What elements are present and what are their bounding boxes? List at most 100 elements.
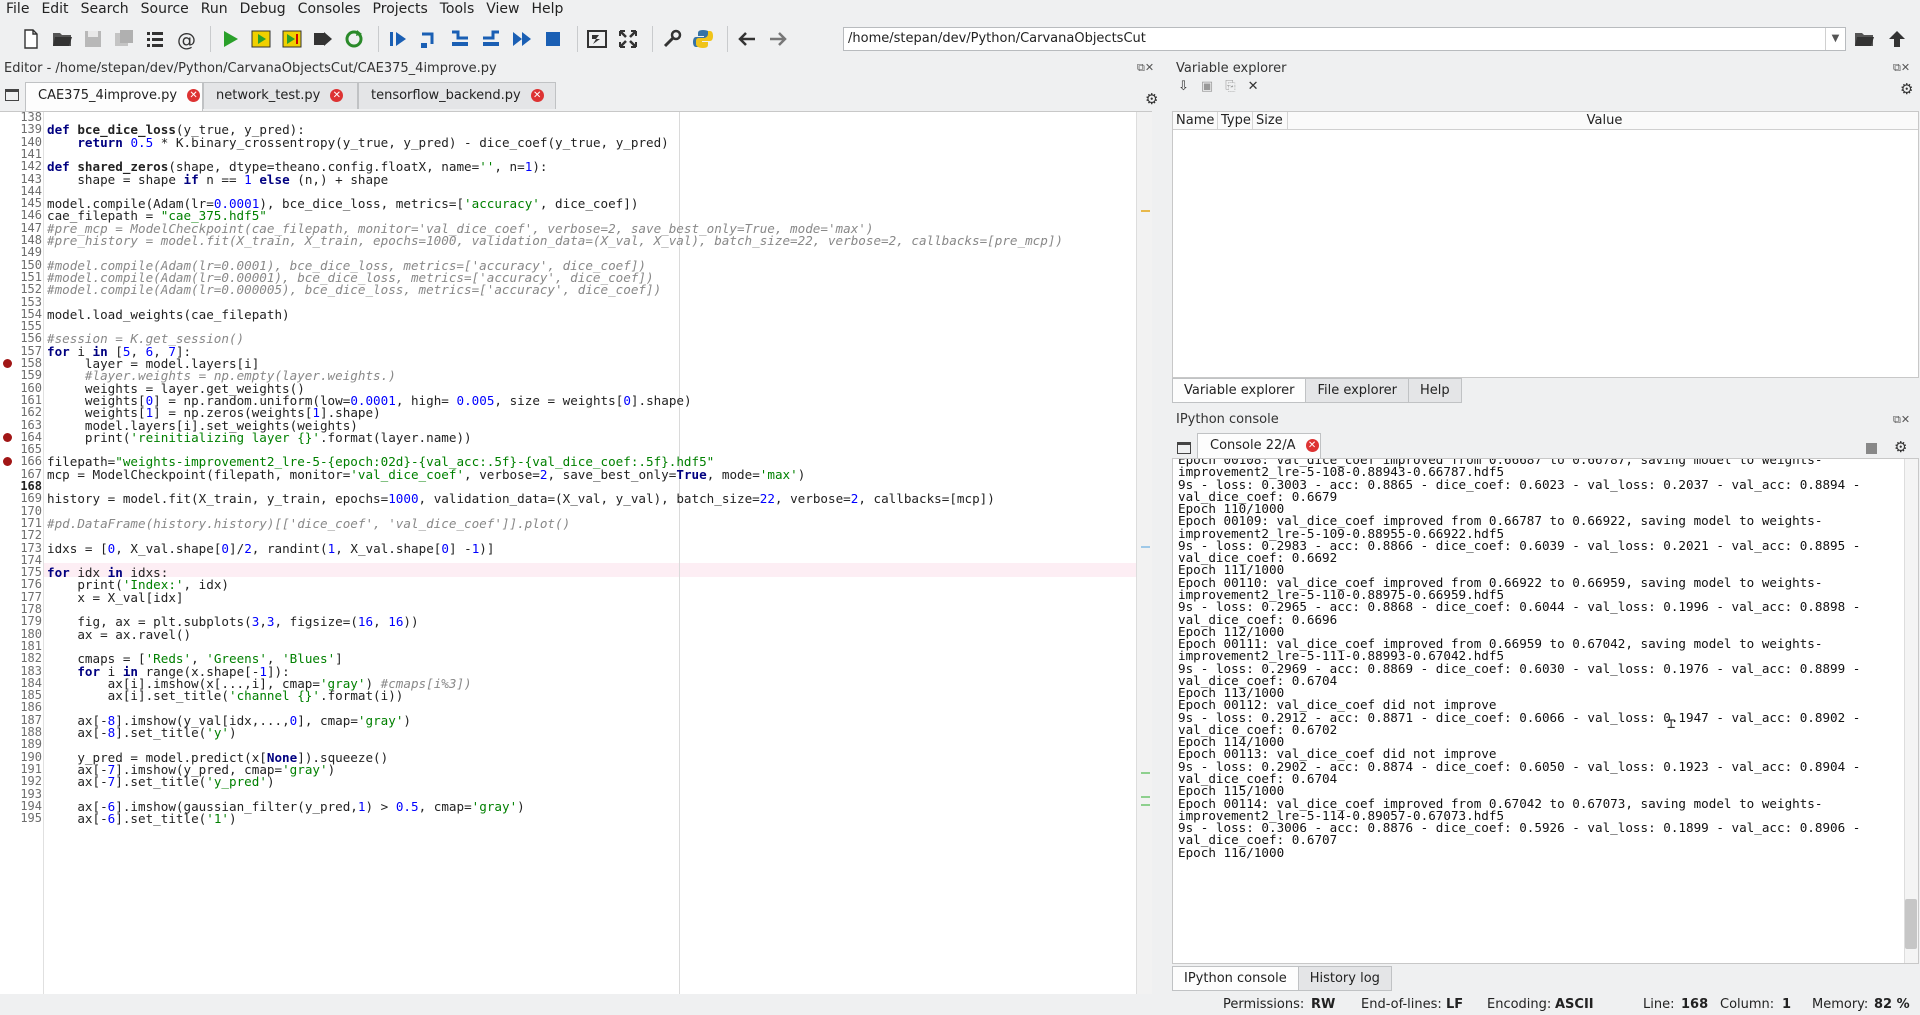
maximize-pane-icon[interactable] <box>584 26 610 52</box>
tab-help[interactable]: Help <box>1408 378 1462 403</box>
breakpoint-icon[interactable] <box>3 433 12 442</box>
python-icon[interactable] <box>690 26 716 52</box>
breakpoint-icon[interactable] <box>3 457 12 466</box>
working-directory-input[interactable]: /home/stepan/dev/Python/CarvanaObjectsCu… <box>843 27 1846 51</box>
gear-icon[interactable]: ⚙ <box>1894 438 1907 456</box>
column-name[interactable]: Name <box>1173 112 1218 129</box>
pane-float-close-icons[interactable]: ⧉✕ <box>1893 413 1910 427</box>
outline-icon[interactable] <box>142 26 168 52</box>
editor-tab-bar: CAE375_4improve.py ✕ network_test.py ✕ ten… <box>0 80 1163 111</box>
tab-cae375[interactable]: CAE375_4improve.py ✕ <box>25 82 203 111</box>
remove-all-icon[interactable]: ✕ <box>1248 79 1271 94</box>
tab-label: CAE375_4improve.py <box>38 88 178 103</box>
column-value[interactable]: Value <box>1288 112 1918 129</box>
code-line: ax[-6].set_title('1') <box>47 811 237 826</box>
run-cell-icon[interactable] <box>248 26 274 52</box>
code-editor[interactable]: 138 139 140 141 142 143 144 145 146 147 148 149 150 1… <box>0 110 1152 994</box>
save-all-icon[interactable] <box>111 26 137 52</box>
memory-label: Memory: <box>1812 997 1869 1012</box>
breakpoint-icon[interactable] <box>3 359 12 368</box>
working-directory-value: /home/stepan/dev/Python/CarvanaObjectsCu… <box>848 31 1146 46</box>
parent-dir-icon[interactable] <box>1884 26 1910 52</box>
save-as-icon[interactable]: ⎘ <box>1225 79 1247 94</box>
tab-history-log[interactable]: History log <box>1297 966 1392 991</box>
column-type[interactable]: Type <box>1218 112 1253 129</box>
close-icon[interactable]: ✕ <box>187 89 201 102</box>
menu-help[interactable]: Help <box>531 0 563 18</box>
save-data-icon[interactable]: ▣ <box>1201 79 1225 94</box>
editor-scrollbar[interactable] <box>1136 112 1152 994</box>
gear-icon[interactable]: ⚙ <box>1145 90 1158 108</box>
code-line: #pre_history = model.fit(X_train, X_trai… <box>47 233 1063 248</box>
menu-view[interactable]: View <box>486 0 519 18</box>
pane-float-close-icons[interactable]: ⧉✕ <box>1893 61 1910 75</box>
menu-tools[interactable]: Tools <box>440 0 475 18</box>
run-cell-advance-icon[interactable] <box>279 26 305 52</box>
scrollbar-thumb[interactable] <box>1905 899 1917 949</box>
menu-projects[interactable]: Projects <box>373 0 428 18</box>
line-label: Line: <box>1643 997 1675 1012</box>
toolbar-separator <box>652 26 653 52</box>
run-icon[interactable] <box>217 26 243 52</box>
wrench-icon[interactable] <box>659 26 685 52</box>
run-selection-icon[interactable] <box>310 26 336 52</box>
occurrence-marker <box>1141 546 1150 548</box>
menu-search[interactable]: Search <box>81 0 129 18</box>
menu-source[interactable]: Source <box>141 0 189 18</box>
menu-edit[interactable]: Edit <box>41 0 68 18</box>
menu-run[interactable]: Run <box>201 0 228 18</box>
step-icon[interactable] <box>416 26 442 52</box>
ipython-console-title: IPython console <box>1176 412 1279 427</box>
code-line: ax[i].set_title('channel {}'.format(i)) <box>47 688 404 703</box>
rerun-icon[interactable] <box>341 26 367 52</box>
close-icon[interactable]: ✕ <box>1305 439 1319 452</box>
tab-label: network_test.py <box>216 88 321 103</box>
tab-file-explorer[interactable]: File explorer <box>1305 378 1410 403</box>
console-scrollbar[interactable] <box>1904 459 1918 963</box>
tab-ipython-console[interactable]: IPython console <box>1172 966 1299 991</box>
column-size[interactable]: Size <box>1253 112 1288 129</box>
memory-value: 82 % <box>1874 997 1910 1012</box>
tab-tensorflow-backend[interactable]: tensorflow_backend.py ✕ <box>358 82 556 109</box>
import-data-icon[interactable]: ⇩ <box>1178 79 1201 94</box>
chevron-down-icon[interactable]: ▼ <box>1825 28 1845 50</box>
console-tab-bar: Console 22/A ✕ ⚙ <box>1172 433 1919 458</box>
menu-debug[interactable]: Debug <box>240 0 286 18</box>
line-number: 195 <box>20 811 42 825</box>
tab-console[interactable]: Console 22/A ✕ <box>1197 433 1321 458</box>
continue-icon[interactable] <box>509 26 535 52</box>
debug-icon[interactable] <box>385 26 411 52</box>
code-line: return 0.5 * K.binary_crossentropy(y_tru… <box>77 135 669 150</box>
gear-icon[interactable]: ⚙ <box>1900 80 1913 98</box>
fullscreen-icon[interactable] <box>615 26 641 52</box>
back-icon[interactable] <box>734 26 760 52</box>
stop-kernel-icon[interactable] <box>1866 443 1877 454</box>
at-icon[interactable]: @ <box>173 26 199 52</box>
step-into-icon[interactable] <box>447 26 473 52</box>
ipython-console-output[interactable]: Epoch 00108: val_dice_coef improved from… <box>1172 458 1919 964</box>
tab-variable-explorer[interactable]: Variable explorer <box>1172 378 1307 403</box>
step-return-icon[interactable] <box>478 26 504 52</box>
menu-consoles[interactable]: Consoles <box>298 0 361 18</box>
line-value: 168 <box>1681 997 1709 1012</box>
status-bar: Permissions: RW End-of-lines: LF Encodin… <box>0 994 1920 1015</box>
browse-tabs-icon[interactable] <box>1177 442 1191 454</box>
open-file-icon[interactable] <box>49 26 75 52</box>
code-line: model.load_weights(cae_filepath) <box>47 307 290 322</box>
tab-label: tensorflow_backend.py <box>371 88 521 103</box>
code-line: ax = ax.ravel() <box>47 627 192 642</box>
code-line: idxs = [0, X_val.shape[0]/2, randint(1, … <box>47 541 495 556</box>
column-label: Column: <box>1720 997 1775 1012</box>
stop-icon[interactable] <box>540 26 566 52</box>
save-icon[interactable] <box>80 26 106 52</box>
variable-table[interactable]: Name Type Size Value <box>1172 111 1919 378</box>
new-file-icon[interactable] <box>18 26 44 52</box>
browse-tabs-icon[interactable] <box>5 89 19 101</box>
tab-network-test[interactable]: network_test.py ✕ <box>203 82 358 109</box>
menu-file[interactable]: File <box>6 0 29 18</box>
pane-float-close-icons[interactable]: ⧉✕ <box>1137 61 1154 75</box>
forward-icon[interactable] <box>765 26 791 52</box>
browse-folder-icon[interactable] <box>1851 26 1877 52</box>
close-icon[interactable]: ✕ <box>330 89 344 102</box>
close-icon[interactable]: ✕ <box>530 89 544 102</box>
